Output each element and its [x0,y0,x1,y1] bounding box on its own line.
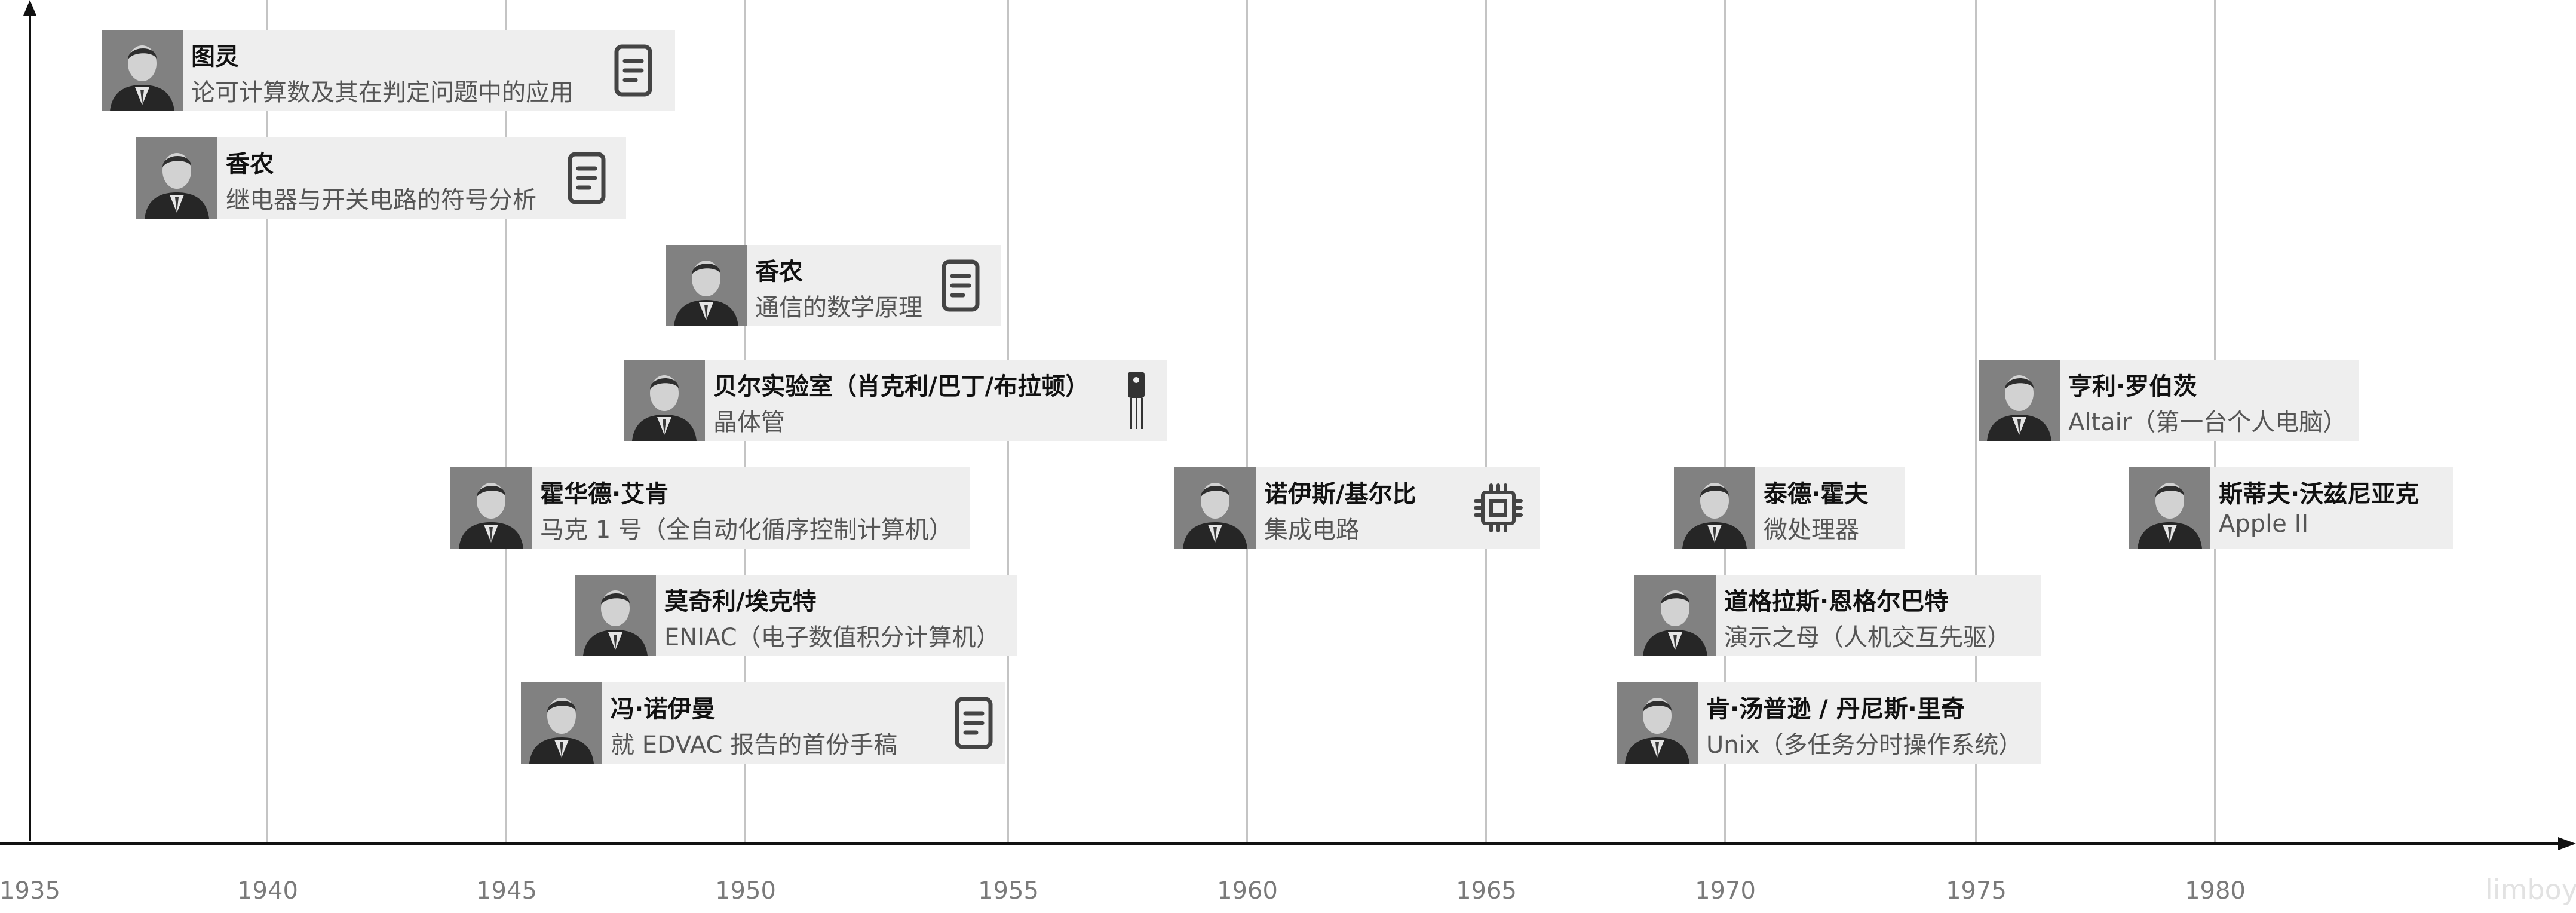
transistor-icon [1108,372,1165,429]
person-name: 肯·汤普逊 / 丹尼斯·里奇 [1706,696,1965,723]
y-axis-line [29,11,31,841]
document-icon [605,42,662,99]
portrait-photo [1979,360,2060,441]
portrait-photo [1617,682,1698,764]
event-card: 斯蒂夫·沃兹尼亚克 Apple II [2129,467,2453,549]
document-icon [945,694,1002,752]
event-card: 肯·汤普逊 / 丹尼斯·里奇 Unix（多任务分时操作系统） [1617,682,2041,764]
work-title: Unix（多任务分时操作系统） [1706,731,2023,759]
work-title: 就 EDVAC 报告的首份手稿 [611,731,898,759]
chip-icon [1470,479,1527,537]
work-title: Apple II [2219,510,2309,538]
tick-label: 1980 [2185,877,2246,905]
person-name: 莫奇利/埃克特 [664,588,817,615]
portrait-photo [1674,467,1755,549]
gridline [266,0,268,845]
person-name: 泰德·霍夫 [1764,480,1869,508]
tick-label: 1960 [1217,877,1278,905]
tick-label: 1975 [1946,877,2007,905]
tick-label: 1965 [1456,877,1517,905]
event-card: 冯·诺伊曼 就 EDVAC 报告的首份手稿 [521,682,1005,764]
tick-label: 1955 [978,877,1039,905]
tick-label: 1935 [0,877,60,905]
event-card: 霍华德·艾肯 马克 1 号（全自动化循序控制计算机） [450,467,970,549]
work-title: ENIAC（电子数值积分计算机） [664,624,1000,651]
portrait-photo [136,137,217,219]
tick-label: 1950 [715,877,776,905]
timeline-diagram: 1935 1940 1945 1950 1955 1960 1965 1970 … [0,0,2576,913]
portrait-photo [521,682,602,764]
document-icon [558,149,615,207]
event-card: 泰德·霍夫 微处理器 [1674,467,1905,549]
gridline [1485,0,1487,845]
tick-label: 1970 [1695,877,1756,905]
portrait-photo [624,360,705,441]
portrait-photo [575,575,656,656]
watermark: limboy [2485,874,2576,906]
person-name: 亨利·罗伯茨 [2068,373,2197,400]
document-icon [932,257,989,314]
work-title: 集成电路 [1264,516,1360,544]
event-card: 图灵 论可计算数及其在判定问题中的应用 [102,30,675,111]
gridline [1246,0,1248,845]
work-title: 微处理器 [1764,516,1859,544]
person-name: 图灵 [191,43,239,71]
event-card: 贝尔实验室（肖克利/巴丁/布拉顿） 晶体管 [624,360,1167,441]
gridline [505,0,507,845]
person-name: 诺伊斯/基尔比 [1264,480,1416,508]
work-title: 马克 1 号（全自动化循序控制计算机） [540,516,953,544]
x-axis-arrow-icon [2558,837,2576,850]
event-card: 亨利·罗伯茨 Altair（第一台个人电脑） [1979,360,2359,441]
work-title: 晶体管 [713,409,785,436]
event-card: 诺伊斯/基尔比 集成电路 [1174,467,1540,549]
portrait-photo [1174,467,1256,549]
person-name: 香农 [755,258,803,286]
work-title: 演示之母（人机交互先驱） [1724,624,2011,651]
tick-label: 1945 [476,877,537,905]
work-title: 继电器与开关电路的符号分析 [226,186,536,214]
event-card: 香农 继电器与开关电路的符号分析 [136,137,626,219]
work-title: 论可计算数及其在判定问题中的应用 [191,79,574,106]
person-name: 冯·诺伊曼 [611,696,716,723]
portrait-photo [666,245,747,326]
work-title: 通信的数学原理 [755,294,922,321]
portrait-photo [2129,467,2210,549]
portrait-photo [102,30,183,111]
person-name: 斯蒂夫·沃兹尼亚克 [2219,480,2419,508]
portrait-photo [450,467,532,549]
portrait-photo [1634,575,1716,656]
work-title: Altair（第一台个人电脑） [2068,409,2347,436]
event-card: 香农 通信的数学原理 [666,245,1001,326]
person-name: 香农 [226,151,274,178]
person-name: 霍华德·艾肯 [540,480,669,508]
person-name: 贝尔实验室（肖克利/巴丁/布拉顿） [713,373,1090,400]
event-card: 道格拉斯·恩格尔巴特 演示之母（人机交互先驱） [1634,575,2041,656]
event-card: 莫奇利/埃克特 ENIAC（电子数值积分计算机） [575,575,1017,656]
y-axis-arrow-icon [23,0,36,16]
tick-label: 1940 [237,877,298,905]
person-name: 道格拉斯·恩格尔巴特 [1724,588,1949,615]
x-axis-line [0,842,2563,845]
